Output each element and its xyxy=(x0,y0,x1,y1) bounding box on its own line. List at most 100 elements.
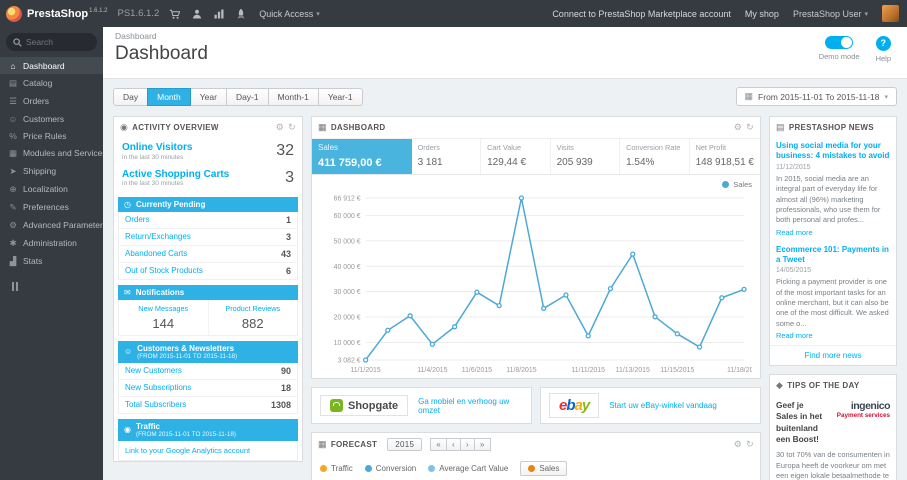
news-article-date: 11/12/2015 xyxy=(776,163,811,171)
gear-icon[interactable]: ⚙ xyxy=(734,439,742,450)
user-avatar[interactable] xyxy=(882,5,899,22)
forecast-year-select[interactable]: 2015 xyxy=(387,438,423,451)
cart-shortcut-icon[interactable] xyxy=(169,8,181,20)
modules-icon: ▦ xyxy=(8,147,18,158)
last-page-icon[interactable]: » xyxy=(473,438,491,451)
user-menu[interactable]: PrestaShop User ▾ xyxy=(793,9,868,19)
refresh-icon[interactable]: ↻ xyxy=(746,439,754,450)
kpi-visits-tab[interactable]: Visits 205 939 xyxy=(551,139,621,174)
pending-orders-link[interactable]: Orders xyxy=(125,215,149,224)
gear-icon[interactable]: ⚙ xyxy=(734,122,742,133)
date-range-picker[interactable]: ▦ From 2015-11-01 To 2015-11-18 ▾ xyxy=(735,87,897,106)
stats-shortcut-icon[interactable] xyxy=(213,8,225,20)
read-more-link[interactable]: Read more xyxy=(770,331,896,345)
demo-mode-control: Demo mode xyxy=(819,36,860,63)
out-of-stock-link[interactable]: Out of Stock Products xyxy=(125,266,203,275)
news-article-date: 14/05/2015 xyxy=(776,267,812,275)
range-month-1-button[interactable]: Month-1 xyxy=(267,87,319,106)
product-reviews-link[interactable]: Product Reviews xyxy=(211,304,296,313)
my-shop-link[interactable]: My shop xyxy=(745,9,779,19)
forecast-panel-icon: ▦ xyxy=(318,439,327,449)
sidebar-item-administration[interactable]: ✱ Administration xyxy=(0,234,103,252)
rocket-shortcut-icon[interactable] xyxy=(235,8,247,20)
news-article-excerpt: In 2015, social media are an integral pa… xyxy=(776,173,881,225)
panel-title: TIPS OF THE DAY xyxy=(787,381,860,391)
pending-orders-row: Orders 1 xyxy=(119,212,297,229)
news-article-title[interactable]: Ecommerce 101: Payments in a Tweet xyxy=(770,242,896,267)
sidebar-item-orders[interactable]: ☰ Orders xyxy=(0,92,103,110)
new-subscriptions-link[interactable]: New Subscriptions xyxy=(125,383,191,392)
abandoned-carts-link[interactable]: Abandoned Carts xyxy=(125,249,187,258)
traffic-dot-icon xyxy=(320,465,327,472)
breadcrumb[interactable]: Dashboard xyxy=(115,31,895,41)
sidebar-item-customers[interactable]: ☺ Customers xyxy=(0,110,103,127)
sidebar-item-localization[interactable]: ⊕ Localization xyxy=(0,180,103,198)
svg-text:11/15/2015: 11/15/2015 xyxy=(660,367,694,374)
pending-returns-row: Return/Exchanges 3 xyxy=(119,229,297,246)
google-analytics-link[interactable]: Link to your Google Analytics account xyxy=(119,441,297,460)
sidebar-item-shipping[interactable]: ➤ Shipping xyxy=(0,162,103,180)
envelope-icon: ✉ xyxy=(124,287,131,297)
kpi-net-profit-tab[interactable]: Net Profit 148 918,51 € xyxy=(690,139,760,174)
sidebar-item-preferences[interactable]: ✎ Preferences xyxy=(0,198,103,216)
sidebar-item-label: Stats xyxy=(23,256,43,266)
ebay-promo-link[interactable]: Start uw eBay-winkel vandaag xyxy=(609,401,717,410)
kpi-conversion-rate-tab[interactable]: Conversion Rate 1.54% xyxy=(620,139,690,174)
ebay-logo: ebay xyxy=(549,393,600,418)
sidebar-item-stats[interactable]: ▟ Stats xyxy=(0,252,103,270)
caret-down-icon: ▾ xyxy=(316,10,320,18)
new-messages-value: 144 xyxy=(152,315,175,331)
price-rules-icon: % xyxy=(9,130,17,141)
range-year-1-button[interactable]: Year-1 xyxy=(317,87,363,106)
kpi-cart-value-tab[interactable]: Cart Value 129,44 € xyxy=(481,139,551,174)
pending-returns-link[interactable]: Return/Exchanges xyxy=(125,232,191,241)
online-visitors-value: 32 xyxy=(276,142,294,160)
previous-page-icon[interactable]: ‹ xyxy=(445,438,461,451)
range-day-button[interactable]: Day xyxy=(113,87,149,106)
read-more-link[interactable]: Read more xyxy=(770,228,896,242)
refresh-icon[interactable]: ↻ xyxy=(746,122,754,133)
chart-legend[interactable]: Sales xyxy=(320,179,752,190)
localization-icon: ⊕ xyxy=(9,183,17,194)
sales-chart: 3 082 € 10 000 € 20 000 € 30 000 € 40 000 € 5… xyxy=(334,195,752,374)
range-day-1-button[interactable]: Day-1 xyxy=(225,87,269,106)
sidebar-item-price-rules[interactable]: % Price Rules xyxy=(0,127,103,144)
catalog-icon: ▤ xyxy=(8,77,18,88)
shopgate-promo-link[interactable]: Ga mobiel en verhoog uw omzet xyxy=(418,397,523,415)
quick-access-menu[interactable]: Quick Access ▾ xyxy=(259,9,320,19)
forecast-legend-item[interactable]: Sales xyxy=(520,461,568,476)
first-page-icon[interactable]: « xyxy=(430,438,447,451)
range-year-button[interactable]: Year xyxy=(189,87,227,106)
svg-text:11/8/2015: 11/8/2015 xyxy=(506,367,536,374)
marketplace-connect-link[interactable]: Connect to PrestaShop Marketplace accoun… xyxy=(552,9,731,19)
kpi-orders-tab[interactable]: Orders 3 181 xyxy=(412,139,482,174)
sidebar-item-advanced-parameters[interactable]: ⚙ Advanced Parameters xyxy=(0,216,103,234)
svg-text:11/18/2015: 11/18/2015 xyxy=(727,367,752,374)
sidebar-item-catalog[interactable]: ▤ Catalog xyxy=(0,74,103,92)
average-cart-value-dot-icon xyxy=(428,465,436,472)
customers-shortcut-icon[interactable] xyxy=(191,8,203,20)
active-carts-link[interactable]: Active Shopping Carts in the last 30 min… xyxy=(122,169,229,188)
refresh-icon[interactable]: ↻ xyxy=(288,122,296,133)
help-icon[interactable]: ? xyxy=(875,36,891,51)
sidebar-item-dashboard[interactable]: ⌂ Dashboard xyxy=(0,57,103,74)
range-month-button[interactable]: Month xyxy=(147,87,191,106)
total-subscribers-link[interactable]: Total Subscribers xyxy=(125,400,186,409)
find-more-news-link[interactable]: Find more news xyxy=(770,345,896,365)
next-page-icon[interactable]: › xyxy=(459,438,475,451)
sidebar-search[interactable] xyxy=(6,33,97,51)
search-input[interactable] xyxy=(26,37,90,47)
gear-icon[interactable]: ⚙ xyxy=(276,122,284,133)
forecast-legend-item[interactable]: Conversion xyxy=(364,464,416,473)
notifications-header: ✉ Notifications xyxy=(118,284,298,300)
news-article-title[interactable]: Using social media for your business: 4 … xyxy=(770,138,896,163)
demo-mode-toggle[interactable] xyxy=(825,36,854,49)
forecast-legend-item[interactable]: Traffic xyxy=(320,464,353,473)
collapse-sidebar-icon[interactable] xyxy=(12,282,103,291)
kpi-sales-tab[interactable]: Sales 411 759,00 € xyxy=(312,139,412,174)
forecast-legend-item[interactable]: Average Cart Value xyxy=(428,464,508,473)
new-customers-link[interactable]: New Customers xyxy=(125,366,182,375)
online-visitors-link[interactable]: Online Visitors in the last 30 minutes xyxy=(122,142,192,161)
sidebar-item-modules[interactable]: ▦ Modules and Services xyxy=(0,144,103,162)
new-messages-link[interactable]: New Messages xyxy=(121,304,206,313)
